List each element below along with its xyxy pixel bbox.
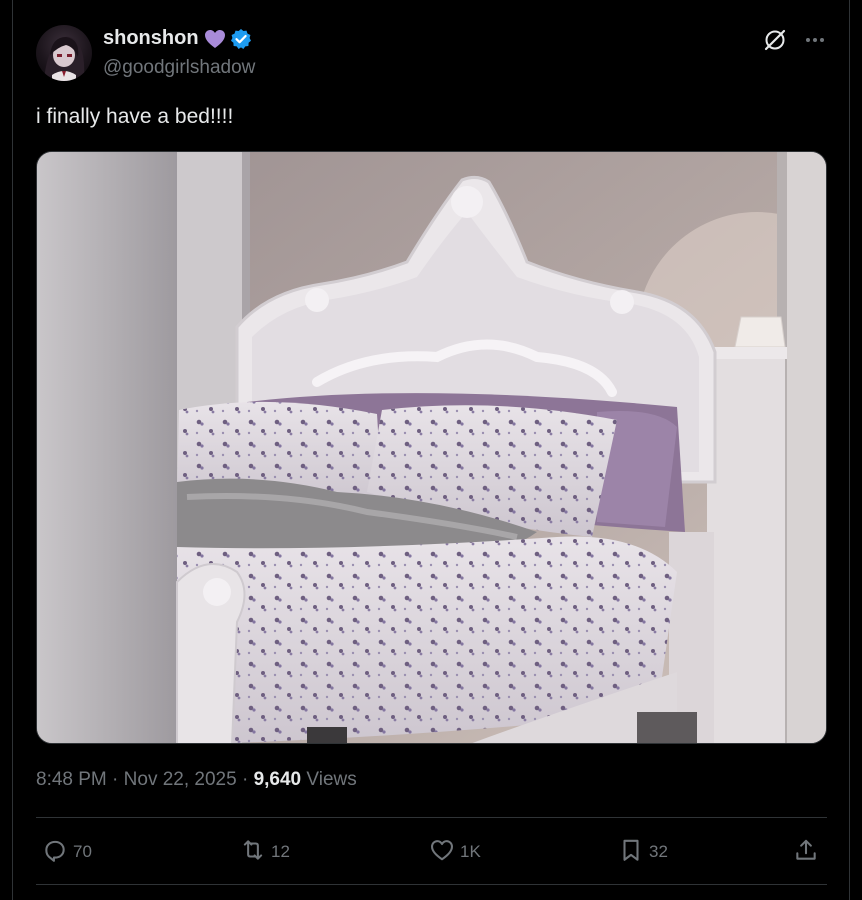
more-icon[interactable]: [803, 28, 827, 52]
purple-heart-icon: [204, 29, 226, 49]
like-icon: [429, 837, 455, 868]
display-name[interactable]: shonshon: [103, 27, 199, 50]
share-icon: [793, 837, 819, 868]
meta-separator: ·: [106, 769, 124, 790]
repost-count: 12: [271, 842, 290, 861]
reply-count: 70: [73, 842, 92, 861]
tweet-photo[interactable]: [36, 151, 827, 744]
bookmark-count: 32: [649, 842, 668, 861]
repost-icon: [240, 837, 266, 868]
repost-button[interactable]: 12: [240, 832, 290, 872]
tweet-card: shonshon @goodgirlshadow i finally have …: [12, 0, 850, 900]
tweet-meta: 8:48 PM · Nov 22, 2025 · 9,640 Views: [36, 769, 357, 791]
divider: [36, 884, 827, 885]
tweet-time[interactable]: 8:48 PM: [36, 769, 107, 790]
action-bar: 70 12 1K 32: [36, 832, 827, 872]
bookmark-icon: [618, 837, 644, 868]
grok-icon[interactable]: [763, 28, 787, 52]
name-row: shonshon: [103, 27, 252, 50]
reply-button[interactable]: 70: [42, 832, 92, 872]
bookmark-button[interactable]: 32: [618, 832, 668, 872]
like-button[interactable]: 1K: [429, 832, 481, 872]
avatar[interactable]: [36, 25, 92, 81]
user-handle[interactable]: @goodgirlshadow: [103, 57, 255, 79]
views-label: Views: [301, 769, 357, 790]
verified-badge-icon[interactable]: [230, 28, 252, 50]
views-count: 9,640: [253, 769, 302, 790]
share-button[interactable]: [793, 832, 819, 872]
meta-separator: ·: [236, 769, 254, 790]
tweet-text: i finally have a bed!!!!: [36, 105, 234, 128]
like-count: 1K: [460, 842, 481, 861]
reply-icon: [42, 837, 68, 868]
tweet-date[interactable]: Nov 22, 2025: [124, 769, 237, 790]
divider: [36, 817, 827, 818]
